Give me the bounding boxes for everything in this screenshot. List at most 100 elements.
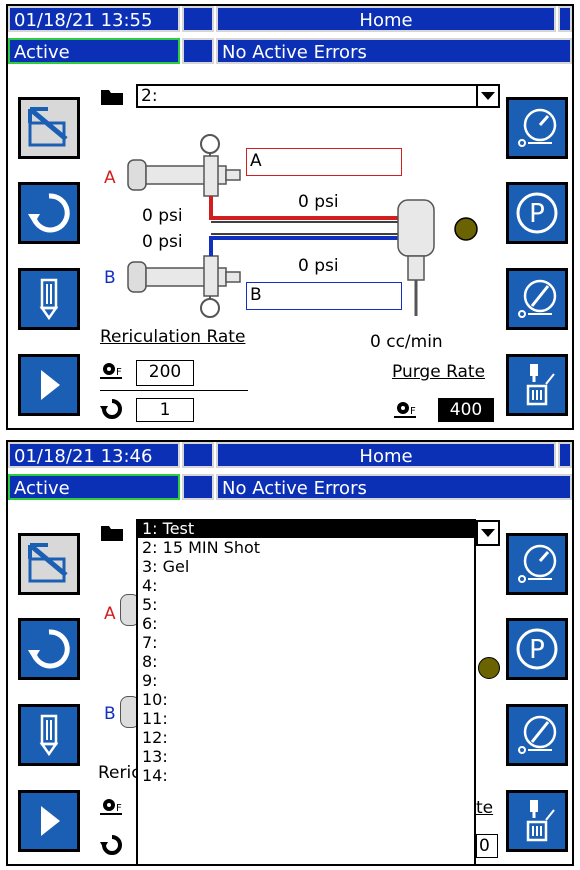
cycle-icon <box>28 629 70 669</box>
purge-rate-input[interactable]: 400 <box>438 398 494 422</box>
recipe-list-item[interactable]: 7: <box>138 633 474 652</box>
recipe-list-item[interactable]: 3: Gel <box>138 557 474 576</box>
error-status[interactable]: No Active Errors <box>216 38 572 64</box>
home-screen-1: 01/18/21 13:55 Home Active No Active Err… <box>6 4 574 430</box>
screen-title: Home <box>216 6 556 32</box>
field-b[interactable]: B <box>246 282 402 310</box>
recipe-list-item[interactable]: 10: <box>138 690 474 709</box>
divider <box>100 390 248 391</box>
top-bar-end <box>558 442 572 468</box>
svg-text:F: F <box>410 406 416 417</box>
folder-icon <box>101 526 123 541</box>
purge-rate-icon: F <box>394 402 416 418</box>
top-bar-end <box>558 6 572 32</box>
cycle-button[interactable] <box>18 182 80 244</box>
side-a-letter: A <box>104 604 116 624</box>
recipe-list-item[interactable]: 1: Test <box>138 519 474 538</box>
top-bar: 01/18/21 13:46 Home <box>8 442 572 468</box>
pump-b-icon <box>127 255 241 318</box>
recipe-list-item[interactable]: 5: <box>138 595 474 614</box>
gun-icon <box>397 199 435 316</box>
top-bar: 01/18/21 13:55 Home <box>8 6 572 32</box>
recipe-list-item[interactable]: 8: <box>138 652 474 671</box>
chevron-down-icon[interactable] <box>476 520 500 546</box>
park-icon: P <box>516 192 558 234</box>
system-status: Active <box>8 38 180 64</box>
recipe-list-item[interactable]: 14: <box>138 766 474 785</box>
purge-icon <box>526 364 555 406</box>
setup-icon <box>28 107 68 147</box>
pressure-relief-button[interactable] <box>506 268 568 330</box>
park-button[interactable]: P <box>506 618 568 680</box>
side-b-letter: B <box>104 704 116 724</box>
flow-rate: 0 cc/min <box>370 332 443 352</box>
recirculation-label: Rericulation Rate <box>100 327 246 347</box>
recipe-dropdown[interactable]: 2: <box>136 84 500 108</box>
top-bar-spacer <box>182 6 214 32</box>
purge-rate-label-partial: te <box>476 798 494 818</box>
pump-pressure-button[interactable] <box>506 97 568 159</box>
recirculation-label-partial: Reric <box>98 763 141 783</box>
purge-button[interactable] <box>506 354 568 416</box>
purge-icon <box>526 800 555 842</box>
recipe-list-item[interactable]: 6: <box>138 614 474 633</box>
recipe-edit-button[interactable] <box>18 704 80 766</box>
side-a-letter: A <box>104 168 116 188</box>
svg-text:F: F <box>116 803 122 814</box>
setup-button[interactable] <box>18 533 80 595</box>
cycle-count-input[interactable]: 1 <box>136 398 194 422</box>
setup-button[interactable] <box>18 97 80 159</box>
play-icon <box>41 806 60 836</box>
pressure-relief-button[interactable] <box>506 704 568 766</box>
purge-rate-partial: 0 <box>476 834 498 858</box>
recipe-selected: 2: <box>141 86 158 106</box>
status-indicator-icon <box>478 657 500 679</box>
gauge-icon <box>518 108 557 147</box>
gauge-icon <box>518 544 557 583</box>
pressure-a-gauge: 0 psi <box>142 206 183 226</box>
recipe-edit-button[interactable] <box>18 268 80 330</box>
recipe-list-item[interactable]: 11: <box>138 709 474 728</box>
recipe-list: 1: Test 2: 15 MIN Shot 3: Gel 4: 5: 6: 7: 8: 9: 1… <box>136 519 476 864</box>
datetime: 01/18/21 13:55 <box>8 6 180 32</box>
error-status[interactable]: No Active Errors <box>216 474 572 500</box>
rate-icon: F <box>100 799 122 815</box>
folder-icon <box>101 90 123 105</box>
advance-button[interactable] <box>18 354 80 416</box>
home-screen-2: 01/18/21 13:46 Home Active No Active Err… <box>6 440 574 866</box>
play-icon <box>41 370 60 400</box>
recipe-list-item[interactable]: 13: <box>138 747 474 766</box>
pressure-b-line: 0 psi <box>298 256 339 276</box>
recipe-list-item[interactable]: 2: 15 MIN Shot <box>138 538 474 557</box>
purge-button[interactable] <box>506 790 568 852</box>
datetime: 01/18/21 13:46 <box>8 442 180 468</box>
recipe-list-item[interactable]: 9: <box>138 671 474 690</box>
pressure-relief-icon <box>518 715 557 754</box>
chevron-down-icon[interactable] <box>476 86 498 106</box>
advance-button[interactable] <box>18 790 80 852</box>
status-bar: Active No Active Errors <box>8 38 572 64</box>
recirculation-rate-input[interactable]: 200 <box>136 360 194 386</box>
cycle-button[interactable] <box>18 618 80 680</box>
purge-rate-label: Purge Rate <box>392 362 486 382</box>
recipe-list-item[interactable]: 12: <box>138 728 474 747</box>
system-status: Active <box>8 474 180 500</box>
screen-title: Home <box>216 442 556 468</box>
recipe-list-item[interactable]: 4: <box>138 576 474 595</box>
pencil-icon <box>39 278 59 321</box>
park-button[interactable]: P <box>506 182 568 244</box>
cycle-small-icon <box>100 399 122 419</box>
pump-a-icon <box>127 134 241 197</box>
svg-text:P: P <box>529 199 545 229</box>
svg-text:P: P <box>529 635 545 665</box>
park-icon: P <box>516 628 558 670</box>
status-indicator-icon <box>454 217 478 241</box>
status-bar-spacer <box>182 474 214 500</box>
pump-pressure-button[interactable] <box>506 533 568 595</box>
status-bar-spacer <box>182 38 214 64</box>
field-a[interactable]: A <box>246 148 402 176</box>
cycle-icon <box>28 193 70 233</box>
setup-icon <box>28 543 68 583</box>
hose-b <box>209 236 398 256</box>
pressure-a-line: 0 psi <box>298 192 339 212</box>
